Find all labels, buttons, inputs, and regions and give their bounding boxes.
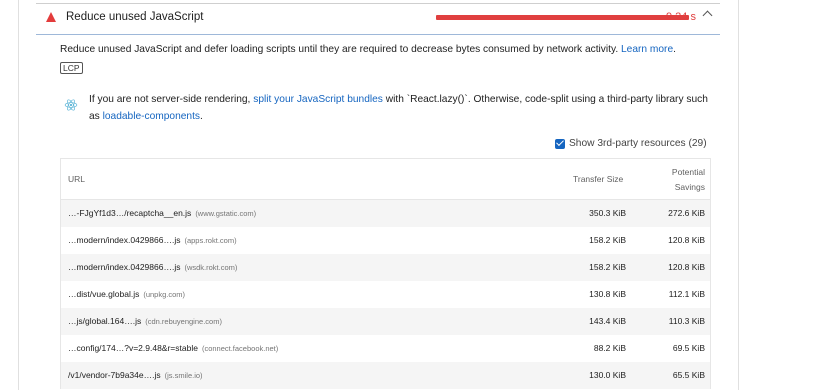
resource-url[interactable]: …js/global.164….js (cdn.rebuyengine.com)	[68, 316, 222, 326]
resource-url-text: …dist/vue.global.js	[68, 289, 140, 299]
panel-left-border	[18, 0, 19, 390]
savings-value: 9.24 s	[666, 11, 696, 23]
resource-url-text: …modern/index.0429866….js	[68, 262, 181, 272]
potential-savings-cell: 65.5 KiB	[672, 370, 705, 380]
transfer-size-cell: 158.2 KiB	[589, 235, 626, 245]
table-row: …config/174…?v=2.9.48&r=stable (connect.f…	[61, 335, 710, 362]
hint-text-before: If you are not server-side rendering,	[89, 94, 251, 105]
resource-host: (cdn.rebuyengine.com)	[145, 317, 222, 326]
table-row: …modern/index.0429866….js (wsdk.rokt.com)…	[61, 254, 710, 281]
potential-savings-cell: 272.6 KiB	[668, 208, 705, 218]
header-underline	[36, 34, 720, 35]
transfer-size-cell: 158.2 KiB	[589, 262, 626, 272]
chevron-up-icon[interactable]	[702, 10, 713, 21]
resource-host: (apps.rokt.com)	[184, 236, 237, 245]
audit-description: Reduce unused JavaScript and defer loadi…	[60, 44, 676, 55]
resource-url-text: …js/global.164….js	[68, 316, 142, 326]
third-party-checkbox[interactable]	[555, 138, 565, 149]
learn-more-link[interactable]: Learn more	[621, 44, 673, 55]
transfer-size-cell: 130.8 KiB	[589, 289, 626, 299]
resource-url[interactable]: /v1/vendor-7b9a34e….js (js.smile.io)	[68, 370, 203, 380]
resource-host: (unpkg.com)	[143, 290, 186, 299]
resource-host: (wsdk.rokt.com)	[184, 263, 238, 272]
transfer-size-cell: 130.0 KiB	[589, 370, 626, 380]
resource-url-text: …-FJgYf1d3…/recaptcha__en.js	[68, 208, 192, 218]
transfer-size-cell: 88.2 KiB	[593, 343, 626, 353]
transfer-size-cell: 143.4 KiB	[589, 316, 626, 326]
resource-url[interactable]: …modern/index.0429866….js (wsdk.rokt.com)	[68, 262, 237, 272]
loadable-components-link[interactable]: loadable-components	[103, 111, 200, 122]
third-party-label: Show 3rd-party resources (29)	[569, 138, 707, 149]
potential-savings-cell: 120.8 KiB	[668, 235, 705, 245]
table-row: …dist/vue.global.js (unpkg.com) 130.8 KiB 1…	[61, 281, 710, 308]
table-body: …-FJgYf1d3…/recaptcha__en.js (www.gstatic…	[61, 200, 710, 389]
resource-url-text: /v1/vendor-7b9a34e….js	[68, 370, 161, 380]
third-party-toggle[interactable]: Show 3rd-party resources (29)	[555, 138, 707, 149]
panel-right-border	[738, 0, 739, 390]
resource-url-text: …modern/index.0429866….js	[68, 235, 181, 245]
potential-savings-cell: 69.5 KiB	[672, 343, 705, 353]
fail-triangle-icon	[46, 12, 56, 22]
column-header-url: URL	[68, 174, 86, 184]
table-row: /v1/vendor-7b9a34e….js (js.smile.io) 130.0…	[61, 362, 710, 389]
audit-header[interactable]: Reduce unused JavaScript 9.24 s	[36, 4, 720, 33]
table-row: …modern/index.0429866….js (apps.rokt.com)…	[61, 227, 710, 254]
potential-savings-cell: 120.8 KiB	[668, 262, 705, 272]
resource-host: (www.gstatic.com)	[195, 209, 257, 218]
description-text: Reduce unused JavaScript and defer loadi…	[60, 44, 619, 55]
resource-url[interactable]: …config/174…?v=2.9.48&r=stable (connect.f…	[68, 343, 278, 353]
resource-url[interactable]: …-FJgYf1d3…/recaptcha__en.js (www.gstatic…	[68, 208, 256, 218]
resource-host: (js.smile.io)	[164, 371, 203, 380]
react-logo-icon	[64, 99, 78, 111]
resource-url-text: …config/174…?v=2.9.48&r=stable	[68, 343, 198, 353]
resource-url[interactable]: …modern/index.0429866….js (apps.rokt.com)	[68, 235, 237, 245]
lcp-metric-chip: LCP	[60, 62, 83, 74]
split-bundles-link[interactable]: split your JavaScript bundles	[253, 94, 383, 105]
column-header-transfer-size: Transfer Size	[573, 174, 624, 184]
transfer-size-cell: 350.3 KiB	[589, 208, 626, 218]
table-row: …js/global.164….js (cdn.rebuyengine.com) 1…	[61, 308, 710, 335]
stack-pack-hint: If you are not server-side rendering, sp…	[89, 91, 709, 125]
resources-table: URL Transfer Size Potential Savings …-FJ…	[60, 158, 711, 389]
potential-savings-cell: 110.3 KiB	[668, 316, 705, 326]
potential-savings-cell: 112.1 KiB	[668, 289, 705, 299]
savings-header-line1: Potential	[671, 167, 705, 177]
resource-url[interactable]: …dist/vue.global.js (unpkg.com)	[68, 289, 185, 299]
savings-header-line2: Savings	[674, 182, 705, 192]
savings-bar	[436, 15, 689, 20]
audit-title: Reduce unused JavaScript	[66, 11, 204, 23]
hint-text-after: .	[200, 111, 203, 122]
resource-host: (connect.facebook.net)	[201, 344, 279, 353]
table-row: …-FJgYf1d3…/recaptcha__en.js (www.gstatic…	[61, 200, 710, 227]
column-header-potential-savings: Potential Savings	[661, 165, 705, 195]
table-header: URL Transfer Size Potential Savings	[61, 159, 710, 200]
